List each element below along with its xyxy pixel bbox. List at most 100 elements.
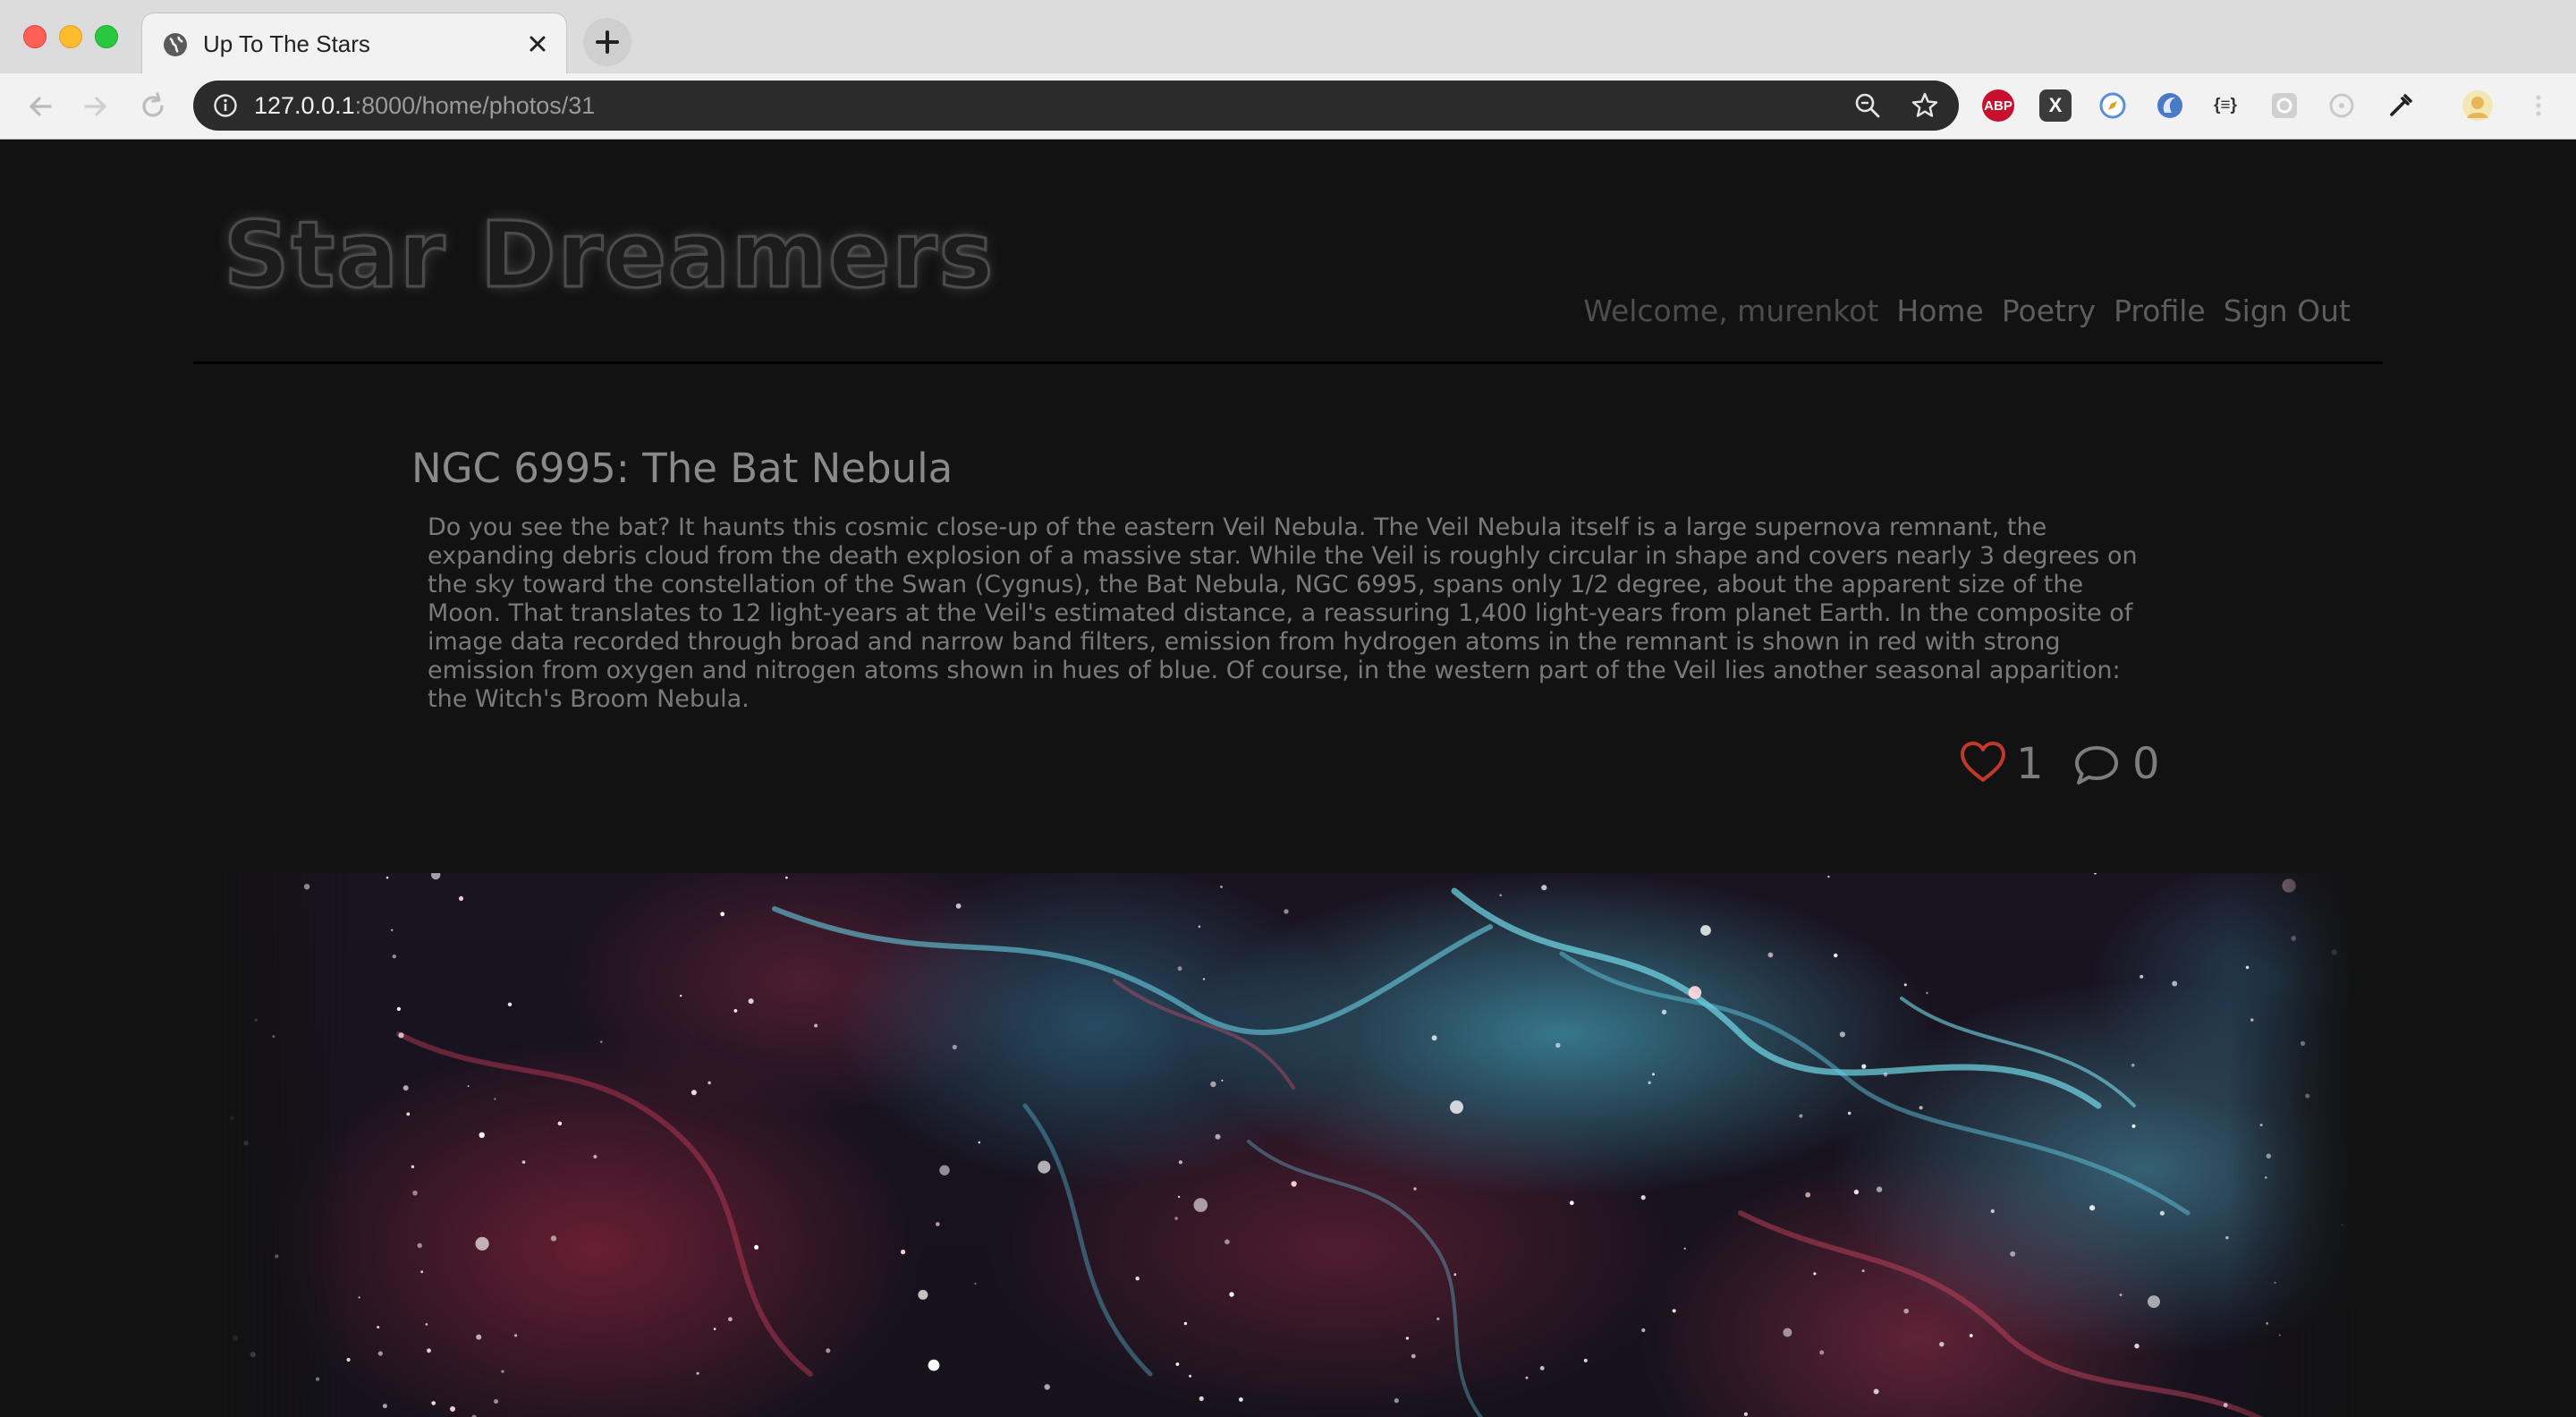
star-dot [275,1254,279,1259]
star-dot [1640,1195,1646,1201]
eyedropper-extension-icon[interactable] [2385,89,2417,122]
plus-icon [596,30,619,54]
close-tab-icon[interactable] [523,30,552,58]
address-bar[interactable]: 127.0.0.1:8000/home/photos/31 [193,81,1959,131]
x-extension-icon[interactable]: X [2039,89,2072,122]
bookmark-star-icon[interactable] [1911,91,1939,120]
star-dot [928,1359,940,1371]
star-dot [377,1351,383,1356]
heart-icon[interactable] [1959,741,2007,784]
url-text[interactable]: 127.0.0.1:8000/home/photos/31 [254,91,595,120]
star-dot [2140,974,2144,979]
star-dot [1767,952,1774,958]
info-icon[interactable] [213,93,238,118]
star-dot [420,1270,424,1274]
star-dot [593,1154,597,1159]
comment-bubble-icon[interactable] [2073,744,2120,787]
star-dot [479,1132,485,1138]
browser-chrome: Up To The Stars 127.0.0.1:8000/home/phot… [0,0,2576,140]
swirl-extension-icon[interactable] [2154,89,2186,122]
reload-icon[interactable] [136,89,170,123]
star-dot [713,1328,716,1330]
star-dot [1672,1309,1676,1313]
star-dot [243,1141,249,1146]
star-dot [1805,1192,1811,1198]
site-brand-logo[interactable]: Star Dreamers [222,201,995,310]
star-dot [1883,1073,1888,1077]
star-dot [450,1406,455,1412]
gear-extension-icon[interactable] [2268,89,2301,122]
forward-arrow-icon[interactable] [79,89,113,123]
star-dot [2010,1251,2016,1257]
star-dot [2266,1322,2269,1325]
star-dot [1189,1374,1192,1378]
star-dot [696,1371,699,1375]
star-dot [1453,1273,1457,1277]
new-tab-button[interactable] [583,18,631,66]
star-dot [358,1296,360,1299]
menu-kebab-icon[interactable] [2522,89,2555,122]
tab-strip: Up To The Stars [0,0,2576,74]
star-dot [2264,1176,2267,1179]
maximize-window-button[interactable] [95,25,118,48]
star-dot [2250,1018,2254,1022]
json-extension-icon[interactable]: {≡} [2209,89,2241,122]
star-dot [411,1165,415,1168]
star-dot [550,1235,557,1242]
star-dot [754,1244,759,1250]
star-dot [918,1289,928,1300]
star-dot [1224,1239,1230,1244]
star-dot [427,1348,431,1353]
zoom-icon[interactable] [1853,91,1882,120]
back-arrow-icon[interactable] [23,89,57,123]
star-dot [1411,1353,1416,1359]
star-dot [2134,1344,2140,1349]
star-dot [1861,1064,1867,1069]
nav-link-sign-out[interactable]: Sign Out [2224,293,2351,329]
star-dot [2274,1281,2276,1284]
star-dot [1436,1317,1440,1320]
star-dot [494,1098,496,1100]
profile-avatar-icon[interactable] [2462,89,2494,122]
star-dot [2223,1403,2228,1408]
star-dot [391,929,394,931]
nav-link-profile[interactable]: Profile [2114,293,2206,329]
star-dot [2119,1294,2123,1296]
star-dot [1210,1081,1216,1088]
star-dot [1450,1100,1463,1115]
star-dot [514,1334,518,1337]
star-dot [1939,1342,1945,1347]
star-dot [600,1040,603,1043]
star-dot [1413,1187,1417,1191]
star-dot [1174,1217,1178,1220]
close-window-button[interactable] [23,25,47,48]
browser-toolbar: 127.0.0.1:8000/home/photos/31 [0,73,2576,140]
tab-title: Up To The Stars [203,30,370,57]
star-dot [2225,1235,2229,1240]
star-dot [1038,1160,1051,1174]
star-dot [1044,1384,1050,1390]
minimize-window-button[interactable] [59,25,82,48]
star-dot [2266,1153,2272,1159]
star-dot [377,1326,380,1329]
star-dot [412,1190,418,1196]
star-dot [1919,1106,1923,1110]
star-dot [1220,886,1223,888]
adblock-extension-icon[interactable]: ABP [1982,89,2014,122]
star-dot [398,1032,404,1039]
star-dot [814,1023,818,1028]
nav-link-poetry[interactable]: Poetry [2002,293,2096,329]
star-dot [232,1335,239,1341]
star-dot [1177,966,1182,972]
compass-extension-icon[interactable] [2097,89,2129,122]
star-dot [733,1009,738,1013]
browser-tab-active[interactable]: Up To The Stars [141,13,567,73]
star-dot [316,1377,320,1381]
star-dot [1903,983,1907,987]
star-dot [2245,965,2250,970]
star-dot [1641,1328,1646,1333]
nebula-photo[interactable] [220,873,2358,1417]
react-extension-icon[interactable] [2326,89,2358,122]
nav-link-home[interactable]: Home [1896,293,1983,329]
star-dot [229,1116,234,1121]
